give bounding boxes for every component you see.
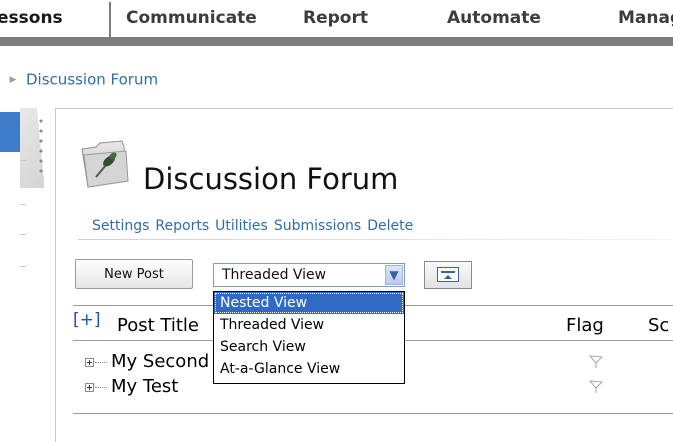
page-title: Discussion Forum — [143, 162, 399, 196]
flag-outline-icon[interactable] — [588, 379, 604, 395]
view-option-search[interactable]: Search View — [214, 336, 404, 358]
tab-automate[interactable]: Automate — [447, 0, 541, 37]
view-select[interactable]: Threaded View ▼ — [213, 263, 405, 287]
tab-communicate[interactable]: Communicate — [126, 0, 257, 37]
tree-plus-icon[interactable] — [85, 358, 94, 367]
collapse-panel-icon — [437, 267, 459, 282]
triangle-right-icon: ▶ — [9, 74, 17, 85]
tree-plus-icon[interactable] — [85, 383, 94, 392]
tree-connector — [95, 387, 107, 388]
rail-active-item[interactable] — [0, 112, 20, 152]
tab-lessons[interactable]: essons — [0, 0, 63, 37]
chevron-down-icon[interactable]: ▼ — [385, 265, 403, 285]
grip-dots-icon — [38, 116, 44, 176]
submissions-link[interactable]: Submissions — [274, 218, 361, 234]
delete-link[interactable]: Delete — [367, 218, 413, 234]
view-select-dropdown: Nested View Threaded View Search View At… — [213, 291, 405, 384]
rail-divider — [20, 266, 26, 267]
settings-link[interactable]: Settings — [92, 218, 149, 234]
forum-action-links: Settings Reports Utilities Submissions Delet… — [92, 218, 419, 234]
view-option-threaded[interactable]: Threaded View — [214, 314, 404, 336]
tree-connector — [95, 362, 107, 363]
view-select-value: Threaded View — [222, 267, 327, 283]
reports-link[interactable]: Reports — [155, 218, 209, 234]
tab-underline-bar — [0, 37, 673, 46]
rail-divider — [20, 204, 26, 205]
collapse-panel-button[interactable] — [424, 261, 472, 289]
pushpin-folder-icon — [78, 137, 132, 191]
column-header-post-title[interactable]: Post Title — [117, 315, 199, 336]
breadcrumb: ▶ Discussion Forum — [0, 68, 159, 90]
utilities-link[interactable]: Utilities — [215, 218, 268, 234]
column-header-flag[interactable]: Flag — [566, 315, 604, 336]
view-option-at-a-glance[interactable]: At-a-Glance View — [214, 358, 404, 380]
tab-separator — [109, 2, 111, 38]
rail-divider — [20, 160, 26, 161]
post-title-link[interactable]: My Test — [111, 376, 178, 397]
new-post-button[interactable]: New Post — [75, 259, 193, 289]
breadcrumb-discussion-forum[interactable]: Discussion Forum — [26, 71, 158, 89]
rail-divider — [20, 234, 26, 235]
expand-all-toggle[interactable]: [+] — [73, 310, 101, 330]
tab-manage[interactable]: Manag — [618, 0, 673, 37]
tab-report[interactable]: Report — [303, 0, 368, 37]
post-title-link[interactable]: My Second — [111, 351, 209, 372]
action-links-divider — [78, 239, 673, 240]
left-rail — [0, 108, 44, 441]
flag-outline-icon[interactable] — [588, 354, 604, 370]
column-header-score[interactable]: Sc — [648, 315, 669, 336]
top-tab-bar: essons Communicate Report Automate Manag — [0, 0, 673, 38]
view-option-nested[interactable]: Nested View — [214, 292, 404, 314]
